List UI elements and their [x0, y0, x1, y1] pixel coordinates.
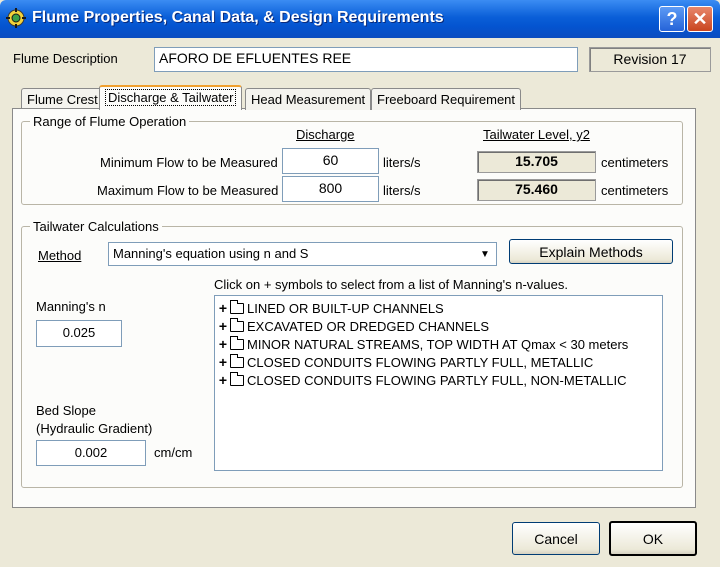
tree-item[interactable]: + EXCAVATED OR DREDGED CHANNELS: [217, 317, 660, 335]
tab-flume-crest[interactable]: Flume Crest: [21, 88, 104, 110]
expand-plus-icon[interactable]: +: [217, 319, 229, 333]
min-flow-input[interactable]: 60: [282, 148, 379, 174]
method-select-value: Manning's equation using n and S: [113, 246, 309, 261]
discharge-header: Discharge: [296, 127, 355, 142]
folder-icon: [230, 299, 244, 314]
tree-item-label: EXCAVATED OR DREDGED CHANNELS: [247, 318, 489, 334]
help-icon: ?: [666, 8, 678, 29]
bed-slope-label: Bed Slope: [36, 403, 96, 418]
manning-n-input[interactable]: 0.025: [36, 320, 122, 347]
tree-item-label: CLOSED CONDUITS FLOWING PARTLY FULL, NON…: [247, 372, 627, 388]
tailwater-header: Tailwater Level, y2: [483, 127, 590, 142]
title-bar[interactable]: Flume Properties, Canal Data, & Design R…: [0, 0, 720, 38]
manning-instruction-text: Click on + symbols to select from a list…: [214, 277, 568, 292]
expand-plus-icon[interactable]: +: [217, 355, 229, 369]
tree-item[interactable]: + CLOSED CONDUITS FLOWING PARTLY FULL, M…: [217, 353, 660, 371]
expand-plus-icon[interactable]: +: [217, 373, 229, 387]
tree-item-label: LINED OR BUILT-UP CHANNELS: [247, 300, 444, 316]
bed-slope-unit: cm/cm: [154, 445, 193, 460]
flume-gear-icon: [6, 8, 26, 28]
tab-label: Freeboard Requirement: [377, 92, 516, 107]
method-label: Method: [38, 248, 82, 263]
bed-slope-input[interactable]: 0.002: [36, 440, 146, 466]
tab-discharge-tailwater[interactable]: Discharge & Tailwater: [99, 85, 243, 110]
max-flow-label: Maximum Flow to be Measured: [97, 183, 279, 198]
close-button[interactable]: ✕: [687, 6, 713, 32]
tab-head-measurement[interactable]: Head Measurement: [245, 88, 372, 110]
min-tailwater-readout: 15.705: [477, 151, 596, 173]
range-group-title: Range of Flume Operation: [30, 114, 190, 129]
hydraulic-gradient-label: (Hydraulic Gradient): [36, 421, 153, 436]
manning-n-label: Manning's n: [36, 299, 106, 314]
flume-description-label: Flume Description: [13, 51, 118, 66]
ok-button[interactable]: OK: [609, 521, 697, 556]
max-flow-unit: liters/s: [383, 183, 421, 198]
tab-freeboard-requirement[interactable]: Freeboard Requirement: [371, 88, 522, 110]
min-tailwater-unit: centimeters: [601, 155, 669, 170]
folder-icon: [230, 335, 244, 350]
tab-label: Discharge & Tailwater: [105, 89, 237, 106]
max-tailwater-unit: centimeters: [601, 183, 669, 198]
tree-item[interactable]: + LINED OR BUILT-UP CHANNELS: [217, 299, 660, 317]
folder-icon: [230, 371, 244, 386]
chevron-down-icon[interactable]: ▼: [476, 245, 494, 263]
help-button[interactable]: ?: [659, 6, 685, 32]
expand-plus-icon[interactable]: +: [217, 337, 229, 351]
flume-properties-window: Flume Properties, Canal Data, & Design R…: [0, 0, 720, 567]
flume-description-input[interactable]: AFORO DE EFLUENTES REE: [154, 47, 578, 72]
tree-item-label: MINOR NATURAL STREAMS, TOP WIDTH AT Qmax…: [247, 336, 629, 352]
max-tailwater-readout: 75.460: [477, 179, 596, 201]
tab-label: Head Measurement: [251, 92, 366, 107]
min-flow-label: Minimum Flow to be Measured: [100, 155, 278, 170]
manning-n-tree[interactable]: + LINED OR BUILT-UP CHANNELS + EXCAVATED…: [214, 295, 663, 471]
revision-badge: Revision 17: [589, 47, 711, 72]
close-icon: ✕: [692, 8, 708, 29]
tree-item-label: CLOSED CONDUITS FLOWING PARTLY FULL, MET…: [247, 354, 594, 370]
folder-icon: [230, 317, 244, 332]
tree-item[interactable]: + MINOR NATURAL STREAMS, TOP WIDTH AT Qm…: [217, 335, 660, 353]
tab-label: Flume Crest: [27, 92, 98, 107]
explain-methods-button[interactable]: Explain Methods: [509, 239, 673, 264]
folder-icon: [230, 353, 244, 368]
method-select[interactable]: Manning's equation using n and S ▼: [108, 242, 497, 266]
cancel-button[interactable]: Cancel: [512, 522, 600, 555]
window-title: Flume Properties, Canal Data, & Design R…: [32, 9, 444, 26]
max-flow-input[interactable]: 800: [282, 176, 379, 202]
min-flow-unit: liters/s: [383, 155, 421, 170]
tree-item[interactable]: + CLOSED CONDUITS FLOWING PARTLY FULL, N…: [217, 371, 660, 389]
expand-plus-icon[interactable]: +: [217, 301, 229, 315]
tailwater-group-title: Tailwater Calculations: [30, 219, 162, 234]
